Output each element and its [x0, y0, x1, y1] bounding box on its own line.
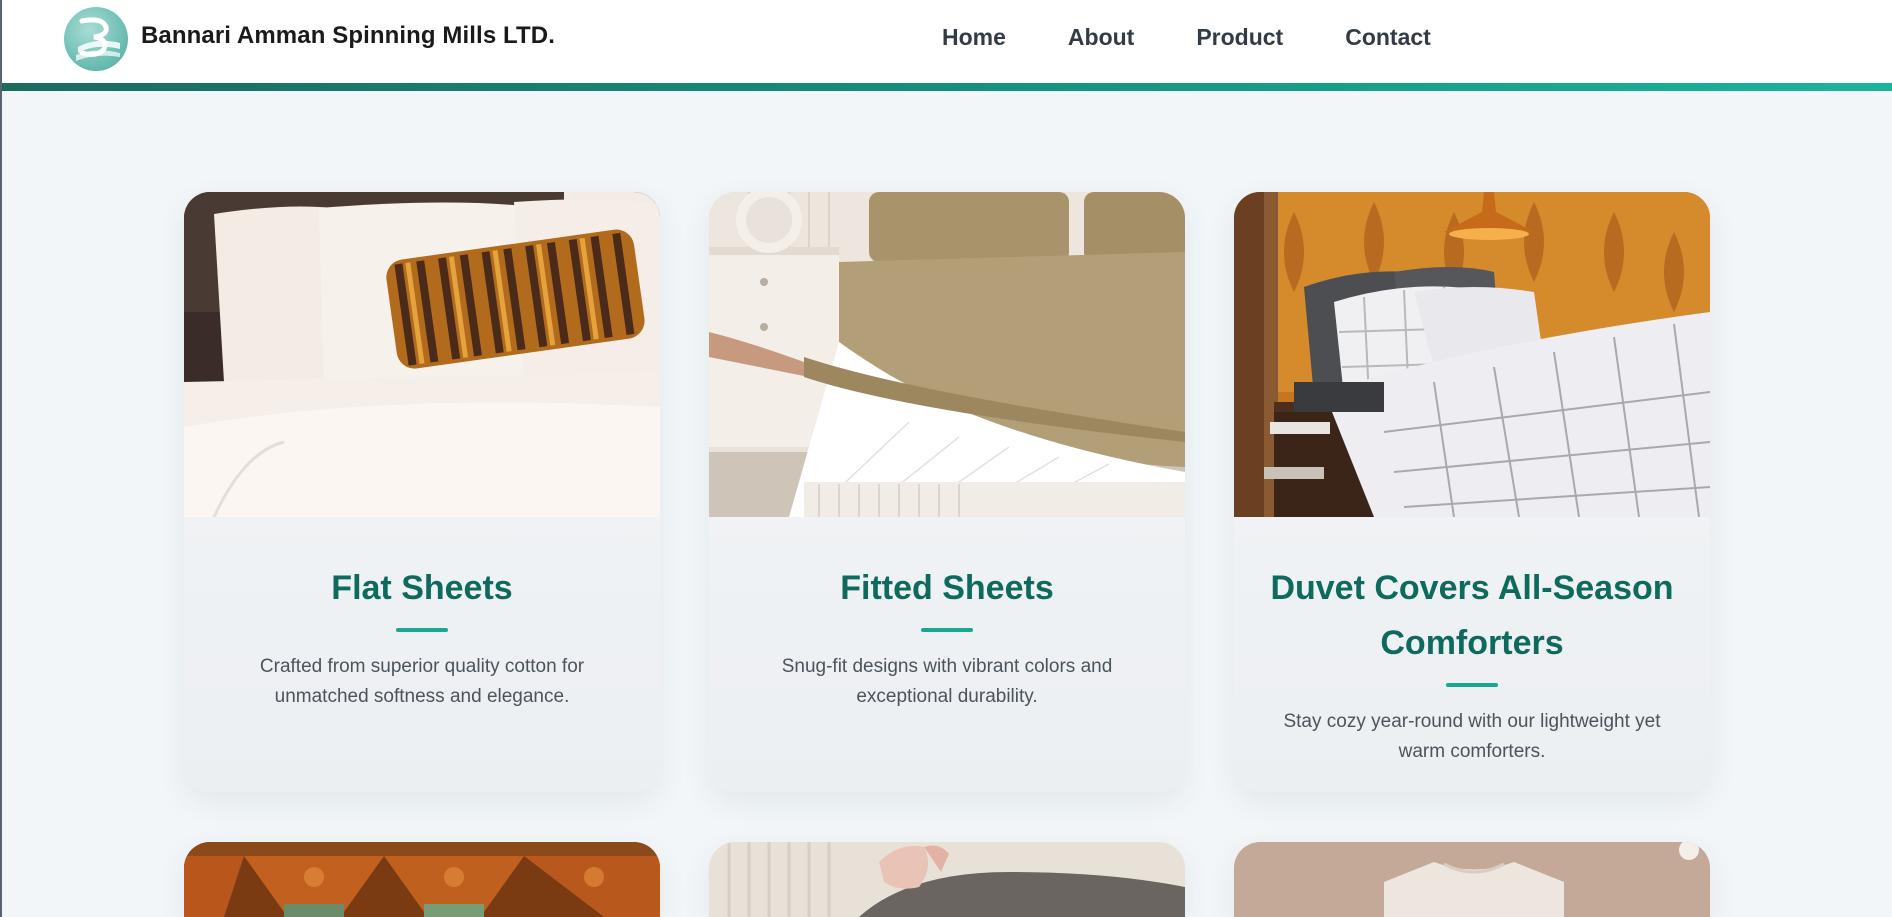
main-nav: Home About Product Contact [942, 24, 1493, 51]
card-title: Fitted Sheets [840, 569, 1054, 607]
pillow-cover-image [709, 842, 1185, 917]
product-card-duvet-covers[interactable]: Duvet Covers All-Season Comforters Stay … [1234, 192, 1710, 792]
curtains-image [184, 842, 660, 917]
title-divider [1446, 683, 1498, 687]
page: Bannari Amman Spinning Mills LTD. Home A… [0, 0, 1892, 917]
fitted-sheet-on-mattress-image [709, 192, 1185, 517]
kids-tshirt-image [1234, 842, 1710, 917]
duvet-bedroom-image [1234, 192, 1710, 517]
bed-with-striped-pillow-image [184, 192, 660, 517]
header-accent-bar [2, 83, 1892, 91]
nav-product[interactable]: Product [1196, 24, 1283, 51]
card-description: Snug-fit designs with vibrant colors and… [781, 656, 1113, 707]
title-divider [396, 628, 448, 632]
card-title: Duvet Covers All-Season Comforters [1270, 569, 1674, 662]
product-card-kids-wear[interactable] [1234, 842, 1710, 917]
brand-name[interactable]: Bannari Amman Spinning Mills LTD. [141, 22, 555, 50]
card-body: Flat Sheets Crafted from superior qualit… [184, 517, 660, 712]
product-card-pillow-covers[interactable] [709, 842, 1185, 917]
product-card-flat-sheets[interactable]: Flat Sheets Crafted from superior qualit… [184, 192, 660, 792]
card-title: Flat Sheets [331, 569, 513, 607]
nav-home[interactable]: Home [942, 24, 1006, 51]
card-body: Fitted Sheets Snug-fit designs with vibr… [709, 517, 1185, 712]
product-card-fitted-sheets[interactable]: Fitted Sheets Snug-fit designs with vibr… [709, 192, 1185, 792]
card-description: Crafted from superior quality cotton for… [259, 656, 585, 707]
card-description: Stay cozy year-round with our lightweigh… [1283, 711, 1661, 762]
title-divider [921, 628, 973, 632]
site-header: Bannari Amman Spinning Mills LTD. Home A… [2, 0, 1892, 83]
nav-about[interactable]: About [1068, 24, 1134, 51]
card-body: Duvet Covers All-Season Comforters Stay … [1234, 517, 1710, 767]
brand-logo-icon[interactable] [64, 7, 128, 71]
product-card-curtains[interactable] [184, 842, 660, 917]
nav-contact[interactable]: Contact [1345, 24, 1431, 51]
